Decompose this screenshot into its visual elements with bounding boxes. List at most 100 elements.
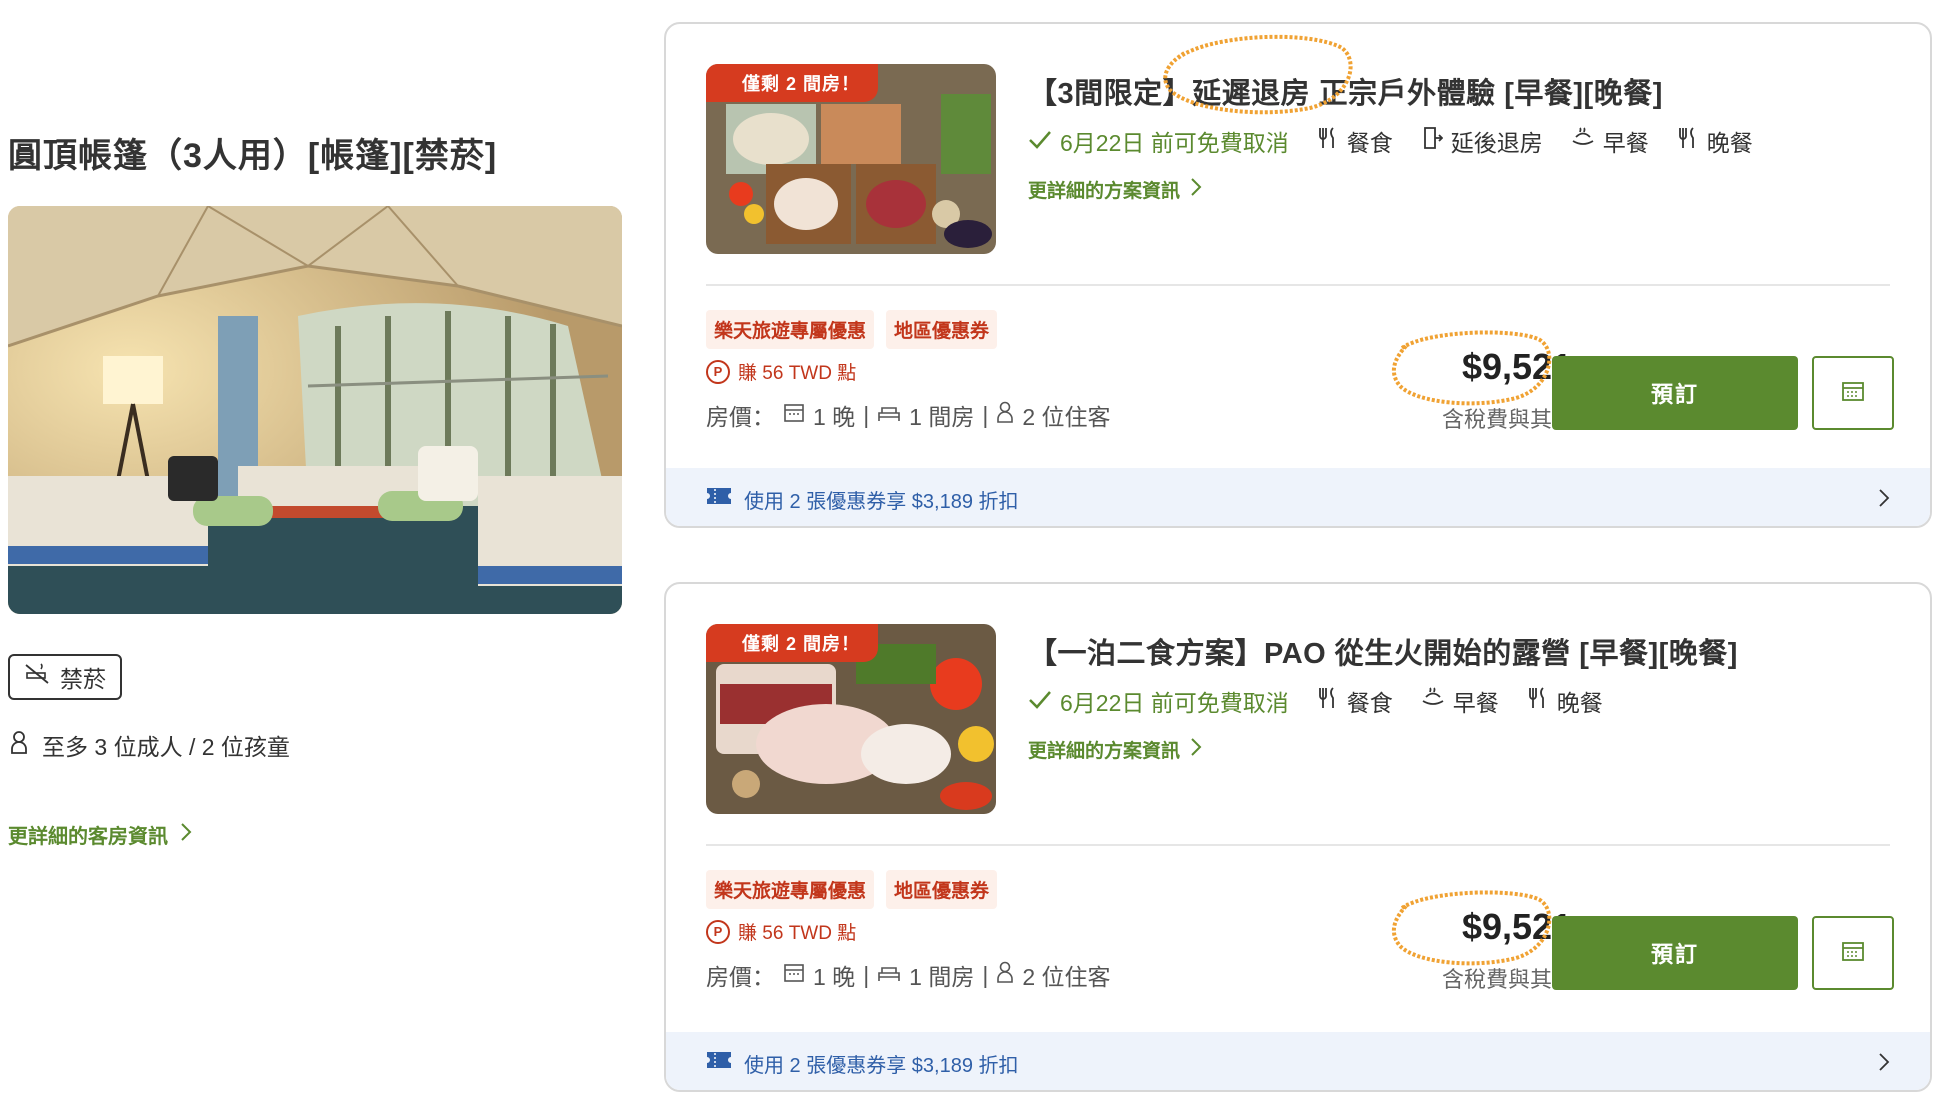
price-highlight-mark: [1391, 330, 1552, 406]
points-label: 賺 56 TWD 點: [738, 363, 857, 384]
plan-details-label: 更詳細的方案資訊: [1028, 181, 1181, 202]
plan-details-label: 更詳細的方案資訊: [1028, 741, 1181, 762]
plan-title[interactable]: 【3間限定】延遲退房 正宗戶外體驗 [早餐][晚餐]: [1028, 70, 1663, 112]
rooms-label: 1 間房: [909, 964, 975, 990]
guests-label: 2 位住客: [1022, 964, 1111, 990]
feature-label: 延後退房: [1450, 130, 1543, 156]
utensils-icon: [1317, 686, 1339, 716]
occupancy-text: 至多 3 位成人 / 2 位孩童: [42, 734, 290, 760]
room-occupancy: 至多 3 位成人 / 2 位孩童: [10, 728, 290, 762]
check-icon: [1028, 688, 1052, 715]
feature-label: 早餐: [1602, 130, 1649, 156]
room-title: 圓頂帳篷（3人用）[帳篷][禁菸]: [8, 137, 498, 175]
price-highlight-mark: [1391, 890, 1552, 966]
rooms-label: 1 間房: [909, 404, 975, 430]
calendar-icon: [1841, 939, 1865, 968]
nights-label: 1 晚: [813, 404, 856, 430]
rooms-remaining-badge: 僅剩 2 間房！: [706, 64, 879, 102]
divider: [706, 284, 1890, 286]
late-checkout-icon: [1421, 126, 1444, 156]
book-button[interactable]: 預訂: [1552, 916, 1798, 990]
plan-photo[interactable]: 僅剩 2 間房！: [706, 624, 996, 814]
coupon-icon: [706, 485, 732, 513]
room-details-label: 更詳細的客房資訊: [8, 826, 168, 848]
rate-summary: 房價： 1 晚 | 1 間房 | 2 位住客: [706, 958, 1111, 992]
book-button[interactable]: 預訂: [1552, 356, 1798, 430]
feature-label: 晚餐: [1556, 690, 1603, 716]
rate-summary: 房價： 1 晚 | 1 間房 | 2 位住客: [706, 398, 1111, 432]
person-icon: [996, 961, 1014, 989]
coupon-icon: [706, 1049, 732, 1077]
no-smoking-label: 禁菸: [60, 666, 106, 692]
no-smoking-badge: 禁菸: [8, 654, 122, 700]
plan-details-link[interactable]: 更詳細的方案資訊: [1028, 736, 1202, 763]
room-details-link[interactable]: 更詳細的客房資訊: [8, 820, 192, 849]
coupon-bar[interactable]: 使用 2 張優惠券享 $3,189 折扣: [666, 1032, 1930, 1090]
person-icon: [996, 401, 1014, 429]
person-icon: [10, 730, 28, 760]
feature-dinner: 晚餐: [1677, 124, 1753, 158]
dinner-icon: [1527, 686, 1549, 716]
divider: [706, 844, 1890, 846]
breakfast-icon: [1571, 127, 1595, 155]
promo-tag-coupon: 地區優惠券: [886, 310, 998, 349]
plan-features: 6月22日 前可免費取消 餐食 延後退房 早餐 晚餐: [1028, 124, 1753, 158]
free-cancel-info: 6月22日 前可免費取消: [1028, 124, 1289, 158]
feature-label: 餐食: [1346, 690, 1393, 716]
coupon-label: 使用 2 張優惠券享 $3,189 折扣: [744, 490, 1019, 513]
calendar-icon: [1841, 379, 1865, 408]
bed-icon: [877, 962, 901, 989]
plan-details-link[interactable]: 更詳細的方案資訊: [1028, 176, 1202, 203]
chevron-right-icon: [180, 822, 192, 848]
promo-tag-exclusive: 樂天旅遊專屬優惠: [706, 310, 875, 349]
promo-tags: 樂天旅遊專屬優惠 地區優惠券: [706, 870, 998, 909]
free-cancel-info: 6月22日 前可免費取消: [1028, 684, 1289, 718]
calendar-icon: [783, 401, 805, 429]
chevron-right-icon: [1878, 1052, 1890, 1078]
coupon-bar[interactable]: 使用 2 張優惠券享 $3,189 折扣: [666, 468, 1930, 526]
nights-label: 1 晚: [813, 964, 856, 990]
feature-late-checkout: 延後退房: [1421, 124, 1543, 158]
feature-meal: 餐食: [1317, 124, 1393, 158]
plan-features: 6月22日 前可免費取消 餐食 早餐 晚餐: [1028, 684, 1603, 718]
no-smoking-icon: [24, 663, 50, 691]
feature-label: 早餐: [1452, 690, 1499, 716]
promo-tag-coupon: 地區優惠券: [886, 870, 998, 909]
points-icon: P: [706, 919, 730, 944]
check-icon: [1028, 128, 1052, 155]
chevron-right-icon: [1190, 177, 1202, 203]
feature-label: 餐食: [1346, 130, 1393, 156]
dinner-icon: [1677, 126, 1699, 156]
points-earned: P 賺 56 TWD 點: [706, 358, 856, 385]
feature-meal: 餐食: [1317, 684, 1393, 718]
promo-tags: 樂天旅遊專屬優惠 地區優惠券: [706, 310, 998, 349]
rate-label: 房價：: [706, 964, 775, 990]
calendar-icon: [783, 961, 805, 989]
utensils-icon: [1317, 126, 1339, 156]
plan-card: 僅剩 2 間房！ 【一泊二食方案】PAO 從生火開始的露營 [早餐][晚餐] 6…: [664, 582, 1932, 1092]
calendar-button[interactable]: [1812, 356, 1894, 430]
guests-label: 2 位住客: [1022, 404, 1111, 430]
feature-breakfast: 早餐: [1421, 684, 1499, 718]
coupon-label: 使用 2 張優惠券享 $3,189 折扣: [744, 1054, 1019, 1077]
bed-icon: [877, 402, 901, 429]
plan-photo[interactable]: 僅剩 2 間房！: [706, 64, 996, 254]
breakfast-icon: [1421, 687, 1445, 715]
chevron-right-icon: [1878, 488, 1890, 514]
plan-card: 僅剩 2 間房！ 【3間限定】延遲退房 正宗戶外體驗 [早餐][晚餐] 6月22…: [664, 22, 1932, 528]
free-cancel-label: 6月22日 前可免費取消: [1060, 690, 1289, 716]
free-cancel-label: 6月22日 前可免費取消: [1060, 130, 1289, 156]
feature-breakfast: 早餐: [1571, 124, 1649, 158]
rate-label: 房價：: [706, 404, 775, 430]
rooms-remaining-badge: 僅剩 2 間房！: [706, 624, 879, 662]
plan-title[interactable]: 【一泊二食方案】PAO 從生火開始的露營 [早餐][晚餐]: [1028, 630, 1738, 672]
feature-dinner: 晚餐: [1527, 684, 1603, 718]
points-earned: P 賺 56 TWD 點: [706, 918, 856, 945]
points-icon: P: [706, 359, 730, 384]
promo-tag-exclusive: 樂天旅遊專屬優惠: [706, 870, 875, 909]
room-photo[interactable]: [8, 206, 622, 614]
points-label: 賺 56 TWD 點: [738, 923, 857, 944]
feature-label: 晚餐: [1706, 130, 1753, 156]
calendar-button[interactable]: [1812, 916, 1894, 990]
chevron-right-icon: [1190, 737, 1202, 763]
